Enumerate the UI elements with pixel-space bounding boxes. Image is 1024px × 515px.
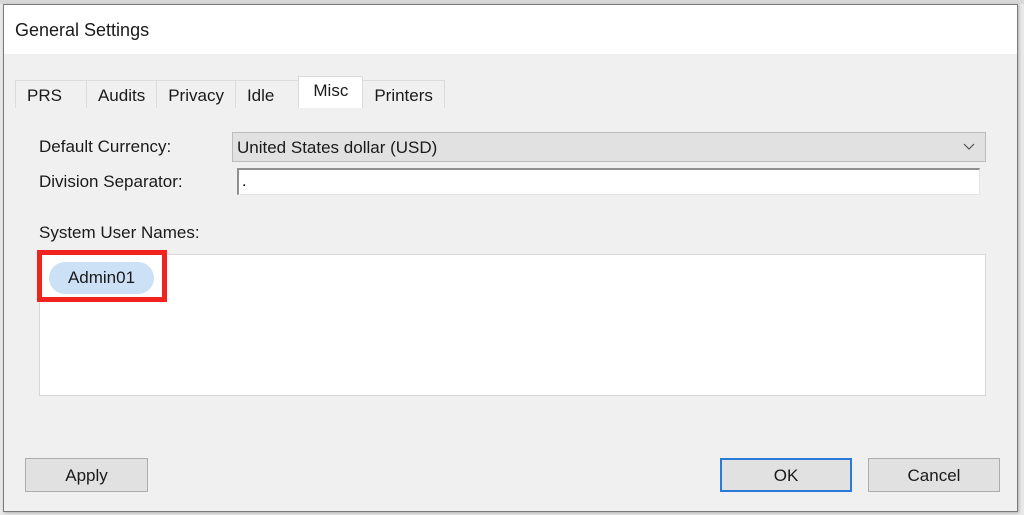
- division-separator-input[interactable]: [237, 168, 980, 195]
- tab-prs[interactable]: PRS: [15, 80, 87, 108]
- general-settings-dialog: General Settings PRS Audits Privacy Idle…: [3, 4, 1018, 512]
- system-user-names-label: System User Names:: [39, 223, 200, 242]
- default-currency-dropdown[interactable]: United States dollar (USD): [232, 132, 986, 162]
- user-chip-admin01[interactable]: Admin01: [49, 262, 154, 294]
- tab-privacy[interactable]: Privacy: [156, 80, 236, 108]
- tab-audits[interactable]: Audits: [85, 80, 158, 108]
- tab-idle[interactable]: Idle: [234, 80, 300, 108]
- tab-misc[interactable]: Misc: [298, 76, 364, 108]
- default-currency-value: United States dollar (USD): [237, 138, 438, 157]
- division-separator-label: Division Separator:: [39, 172, 183, 191]
- cancel-button[interactable]: Cancel: [868, 458, 1000, 492]
- tab-strip: PRS Audits Privacy Idle Misc Printers: [15, 76, 445, 108]
- system-user-names-box[interactable]: Admin01: [39, 254, 986, 396]
- default-currency-label: Default Currency:: [39, 137, 172, 156]
- ok-button[interactable]: OK: [720, 458, 852, 492]
- chevron-down-icon: [963, 143, 975, 150]
- apply-button[interactable]: Apply: [25, 458, 148, 492]
- dialog-title: General Settings: [15, 20, 150, 40]
- tab-printers[interactable]: Printers: [362, 80, 445, 108]
- title-bar[interactable]: General Settings: [4, 5, 1017, 54]
